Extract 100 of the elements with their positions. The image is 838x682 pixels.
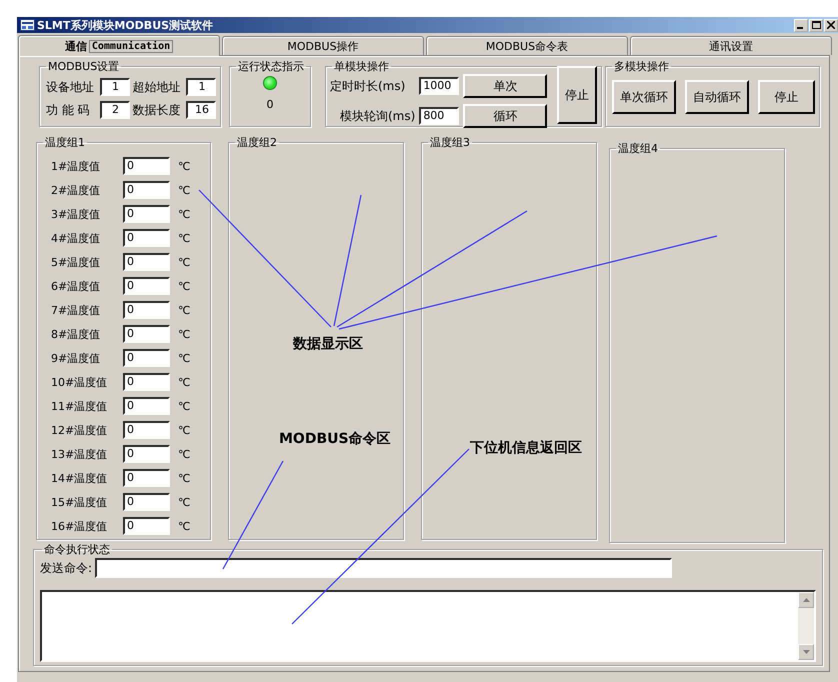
unit-label: ℃: [178, 184, 190, 196]
scroll-down-button[interactable]: [798, 644, 814, 660]
unit-label: ℃: [178, 448, 190, 460]
input-field[interactable]: 0: [123, 205, 170, 223]
window-title: SLMT系列模块MODBUS测试软件: [37, 18, 214, 32]
annotation-label: MODBUS命令区: [279, 430, 391, 448]
app-icon: [20, 19, 35, 31]
scroll-up-button[interactable]: [798, 592, 814, 608]
unit-label: ℃: [178, 232, 190, 244]
maximize-icon: [812, 21, 820, 29]
input-field[interactable]: 1: [100, 78, 130, 96]
input-field[interactable]: 0: [123, 469, 170, 487]
input-field[interactable]: 0: [123, 301, 170, 319]
input-field[interactable]: 0: [123, 493, 170, 511]
field-label: 3#温度值: [50, 206, 102, 222]
button[interactable]: 单次: [463, 74, 548, 98]
input-field[interactable]: 0: [123, 421, 170, 439]
input-field[interactable]: 1: [186, 78, 216, 96]
input-field[interactable]: 16: [186, 101, 216, 119]
field-label: 功 能 码: [46, 102, 91, 118]
input-field[interactable]: 800: [419, 107, 460, 125]
input-field[interactable]: 0: [123, 349, 170, 367]
unit-label: ℃: [178, 472, 190, 484]
group-title: 温度组4: [617, 141, 659, 156]
unit-label: ℃: [178, 400, 190, 412]
input-field[interactable]: 2: [100, 101, 130, 119]
field-label: 定时时长(ms): [330, 78, 406, 94]
annotation-label: 数据显示区: [293, 335, 363, 353]
field-label: 6#温度值: [50, 278, 102, 294]
field-label: 模块轮询(ms): [339, 108, 416, 124]
unit-label: ℃: [178, 352, 190, 364]
output-area[interactable]: [40, 590, 816, 662]
input-field[interactable]: 0: [123, 229, 170, 247]
tab[interactable]: 通信 Communication: [18, 35, 220, 56]
field-label: 发送命令:: [40, 560, 92, 576]
tab[interactable]: MODBUS操作: [222, 36, 424, 55]
button[interactable]: 循环: [463, 104, 548, 128]
input-field[interactable]: 0: [123, 181, 170, 199]
input-field[interactable]: 0: [123, 277, 170, 295]
input-field[interactable]: 0: [123, 253, 170, 271]
minimize-button[interactable]: [794, 18, 808, 32]
field-label: 设备地址: [46, 78, 95, 96]
group-title: 温度组2: [236, 135, 278, 150]
unit-label: ℃: [178, 256, 190, 268]
unit-label: ℃: [178, 376, 190, 388]
field-label: 9#温度值: [50, 350, 102, 366]
up-arrow-icon: [802, 598, 810, 602]
field-label: 2#温度值: [50, 182, 102, 198]
group-title: 多模块操作: [613, 59, 670, 74]
field-label: 13#温度值: [50, 446, 108, 462]
field-label: 4#温度值: [50, 230, 102, 246]
unit-label: ℃: [178, 208, 190, 220]
group-title: MODBUS设置: [47, 59, 120, 74]
field-label: 15#温度值: [50, 494, 108, 510]
button[interactable]: 单次循环: [612, 80, 676, 114]
input-field[interactable]: 0: [123, 325, 170, 343]
group-title: 温度组1: [44, 135, 86, 150]
group-title: 单模块操作: [333, 59, 390, 74]
field-label: 11#温度值: [50, 398, 108, 414]
input-field[interactable]: 0: [123, 397, 170, 415]
field-label: 数据长度: [132, 102, 182, 118]
field-label: 1#温度值: [50, 158, 102, 174]
input-field[interactable]: 0: [123, 445, 170, 463]
unit-label: ℃: [178, 520, 190, 532]
stop-button[interactable]: 停止: [557, 66, 597, 124]
field-label: 12#温度值: [50, 422, 108, 438]
input-field[interactable]: 0: [123, 517, 170, 535]
input-field[interactable]: 0: [123, 157, 170, 175]
unit-label: ℃: [178, 160, 190, 172]
group-title: 命令执行状态: [43, 542, 111, 557]
unit-label: ℃: [178, 304, 190, 316]
unit-label: ℃: [178, 280, 190, 292]
field-label: 超始地址: [132, 78, 182, 96]
down-arrow-icon: [802, 650, 810, 654]
close-icon: [827, 21, 835, 29]
tab-sublabel: Communication: [88, 40, 174, 52]
scrollbar[interactable]: [798, 592, 814, 660]
field-label: 5#温度值: [50, 254, 102, 270]
tab[interactable]: MODBUS命令表: [426, 36, 628, 55]
button[interactable]: 停止: [758, 80, 815, 114]
field-label: 16#温度值: [50, 518, 108, 534]
unit-label: ℃: [178, 424, 190, 436]
unit-label: ℃: [178, 496, 190, 508]
field-label: 8#温度值: [50, 326, 102, 342]
status-count: 0: [266, 98, 274, 111]
input-field[interactable]: 1000: [419, 77, 460, 95]
button[interactable]: 自动循环: [685, 80, 749, 114]
close-button[interactable]: [824, 18, 838, 32]
tab-label: 通信: [64, 38, 87, 54]
field-label: 7#温度值: [50, 302, 102, 318]
command-field[interactable]: [95, 558, 672, 578]
maximize-button[interactable]: [809, 18, 823, 32]
group-title: 运行状态指示: [237, 59, 305, 74]
input-field[interactable]: 0: [123, 373, 170, 391]
tab[interactable]: 通讯设置: [630, 36, 832, 55]
field-label: 10#温度值: [50, 374, 108, 390]
field-label: 14#温度值: [50, 470, 108, 486]
group-title: 温度组3: [429, 135, 471, 150]
unit-label: ℃: [178, 328, 190, 340]
annotation-label: 下位机信息返回区: [470, 439, 582, 457]
